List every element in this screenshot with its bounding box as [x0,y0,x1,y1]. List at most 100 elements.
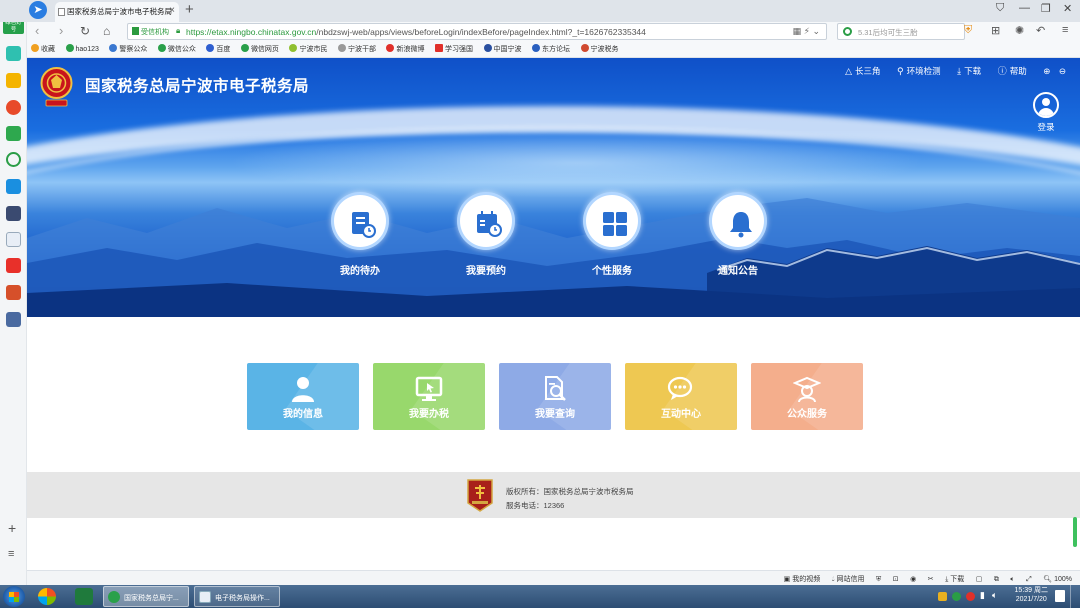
new-tab-icon[interactable]: + [185,2,194,18]
bookmark-item[interactable]: 宁波税务 [577,42,623,54]
search-input[interactable]: 5.31后均可生三胎 [858,27,918,38]
interaction-center-tile[interactable]: 互动中心 [625,363,737,430]
url-path: /nbdzswj-web/apps/views/beforeLogin/inde… [316,27,646,37]
bookmark-item[interactable]: 百度 [202,42,234,54]
appointment-button[interactable]: 我要预约 [456,192,516,277]
taskbar-browser-task[interactable]: 国家税务总局宁... [103,586,189,607]
bookmark-item[interactable]: hao123 [62,42,103,53]
sidebar-app-icon[interactable] [6,206,21,221]
sidebar-game-icon[interactable] [6,285,21,300]
scrollbar-thumb[interactable] [1073,517,1077,547]
handle-tax-tile[interactable]: 我要办税 [373,363,485,430]
nav-yangtze-delta[interactable]: △ 长三角 [845,65,880,77]
sidebar-star-icon[interactable] [6,73,21,88]
bookmark-item[interactable]: 新浪微博 [382,42,428,54]
status-shield-icon[interactable]: ⛨ [876,576,881,584]
sidebar-scene-icon[interactable] [6,312,21,327]
bookmark-item[interactable]: 警察公众 [105,42,151,54]
start-button[interactable] [3,586,25,607]
status-sound-icon[interactable]: 🔈︎ [1010,576,1014,584]
status-fullscreen-icon[interactable]: ⤢ [1026,576,1032,584]
bookmark-item[interactable]: 收藏 [27,42,59,54]
public-service-tile[interactable]: 公众服务 [751,363,863,430]
notification-icon[interactable] [1055,590,1065,602]
bookmark-item[interactable]: 宁波干部 [334,42,380,54]
more-menu-icon[interactable]: ≡ [1062,24,1068,36]
tab-close-icon[interactable]: × [169,5,175,16]
sidebar-menu-icon[interactable]: ≡ [8,548,14,560]
sidebar-folder-icon[interactable] [6,126,21,141]
sidebar-doc-icon[interactable] [6,232,21,247]
trusted-label: 受信机构 [132,27,169,37]
national-emblem-logo[interactable] [39,66,74,108]
todo-document-icon [331,192,389,250]
status-window-icon[interactable]: ▢ [976,575,983,583]
bookmark-item[interactable]: 中国宁波 [480,42,526,54]
bookmark-item[interactable]: 宁波市民 [285,42,331,54]
minimize-icon[interactable]: — [1019,2,1030,14]
service-phone-text: 服务电话：12366 [506,501,565,510]
settings-icon[interactable]: ✺ [1015,24,1024,37]
sidebar-p-icon[interactable] [6,179,21,194]
network-tray-icon[interactable]: ▮ [980,590,985,601]
volume-tray-icon[interactable]: 🔈︎ [992,590,997,601]
undo-icon[interactable]: ↶ [1036,24,1045,37]
window-close-icon[interactable]: ✕ [1063,2,1072,15]
sidebar-weibo-icon[interactable] [6,100,21,115]
url-tools-icon[interactable]: ▦ ⚡ ⌄ [793,26,820,37]
my-todo-button[interactable]: 我的待办 [330,192,390,277]
status-site-credit[interactable]: 💧︎ 网站信用 [832,574,865,584]
bookmark-item[interactable]: 微信公众 [154,42,200,54]
reload-icon[interactable]: ↻ [80,23,90,39]
restore-icon[interactable]: ❐ [1041,2,1051,15]
url-text[interactable]: https://etax.ningbo.chinatax.gov.cn/nbdz… [186,27,646,37]
tab-favicon-icon [58,8,65,16]
tray-app-icon[interactable] [966,592,975,601]
search-box[interactable]: 5.31后均可生三胎 [837,23,965,40]
status-chart-icon[interactable]: ⊡ [893,575,899,583]
browser-tab[interactable]: 国家税务总局宁波市电子税务局 × [55,2,179,22]
notice-button[interactable]: 通知公告 [708,192,768,277]
nav-download[interactable]: ⤓ 下载 [957,65,981,77]
system-clock[interactable]: 15:39 周二 2021/7/20 [1015,586,1048,604]
tray-app-icon[interactable] [952,592,961,601]
my-info-tile[interactable]: 我的信息 [247,363,359,430]
sidebar-add-icon[interactable]: + [8,520,16,536]
browser-sidebar: e 绿色好号 + ≡ [0,0,27,585]
home-icon[interactable]: ⌂ [103,23,110,39]
quick-action-label: 个性服务 [592,266,632,277]
status-my-video[interactable]: ▣ 我的视频 [784,574,821,584]
personal-service-button[interactable]: 个性服务 [582,192,642,277]
sidebar-bike-icon[interactable] [6,152,21,167]
back-icon[interactable]: ‹ [35,23,39,39]
apps-grid-icon[interactable]: ⊞ [991,24,1000,37]
tray-app-icon[interactable] [938,592,947,601]
sidebar-video-icon[interactable] [6,258,21,273]
shield-icon[interactable]: ⛨ [964,24,972,37]
query-tile[interactable]: 我要查询 [499,363,611,430]
forward-icon[interactable]: › [59,23,63,39]
status-download[interactable]: ⤓ 下载 [945,574,964,584]
sidebar-app-plus-icon[interactable] [6,46,21,61]
address-bar[interactable]: 受信机构 🔒︎ https://etax.ningbo.chinatax.gov… [127,23,827,40]
browser-navigate-icon[interactable]: ➤ [29,1,47,19]
zoom-in-icon[interactable]: ⊕ [1043,66,1050,77]
nav-help[interactable]: ⓘ 帮助 [998,64,1027,77]
status-zoom[interactable]: 🔍︎ 100% [1043,575,1072,583]
zoom-out-icon[interactable]: ⊖ [1059,66,1066,77]
bookmark-item[interactable]: 微信网页 [237,42,283,54]
bookmark-item[interactable]: 学习强国 [431,42,477,54]
status-eye-icon[interactable]: ◉ [910,575,916,583]
status-screenshot-icon[interactable]: ✂ [928,575,934,583]
login-button[interactable]: 登录 [1032,92,1060,133]
shirt-skin-icon[interactable]: ⛉ [996,2,1004,15]
bookmark-item[interactable]: 东方论坛 [528,42,574,54]
excel-icon[interactable] [75,588,93,605]
bookmark-icon [65,44,74,52]
show-desktop-button[interactable] [1070,585,1080,608]
taskbar-doc-task[interactable]: 电子税务局操作... [194,586,280,607]
taskbar-pin-icon[interactable] [38,588,56,605]
nav-environment-check[interactable]: ⚲ 环境检测 [897,65,941,77]
status-copy-icon[interactable]: ⧉ [994,576,999,584]
bookmark-icon [240,44,249,52]
